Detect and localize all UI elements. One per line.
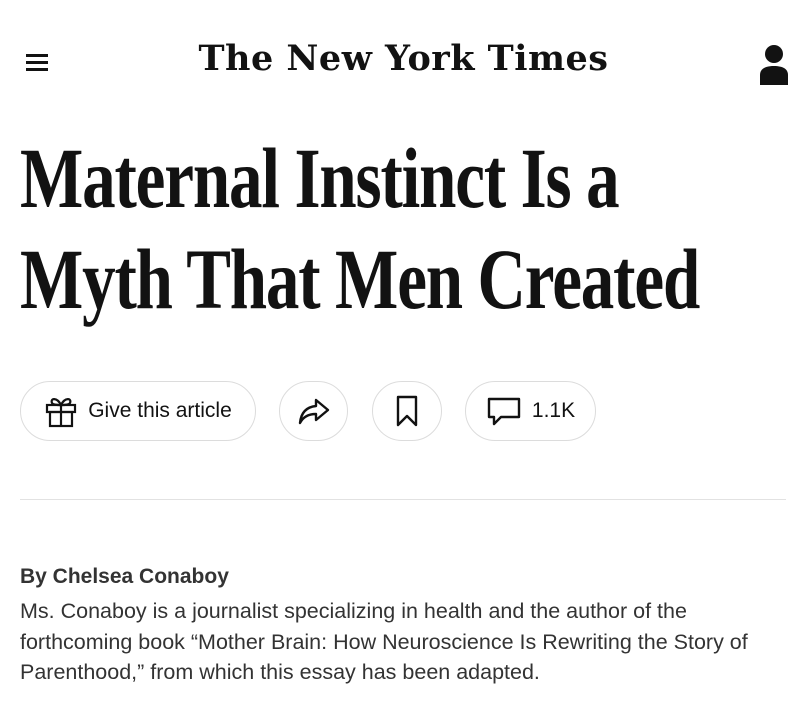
give-article-label: Give this article <box>88 399 232 422</box>
share-arrow-icon <box>297 396 331 426</box>
masthead-logo[interactable]: The New York Times <box>0 38 807 79</box>
save-bookmark-button[interactable] <box>372 381 442 441</box>
bookmark-icon <box>395 395 419 427</box>
comments-count: 1.1K <box>531 399 576 422</box>
section-divider <box>20 499 786 500</box>
share-button[interactable] <box>279 381 348 441</box>
comments-button[interactable]: 1.1K <box>465 381 596 441</box>
article-headline: Maternal Instinct Is a Myth That Men Cre… <box>20 128 700 330</box>
headline-line-2: Myth That Men Created <box>20 231 700 327</box>
author-bio: Ms. Conaboy is a journalist specializing… <box>20 599 748 684</box>
headline-line-1: Maternal Instinct Is a <box>20 130 620 226</box>
gift-icon <box>44 394 78 428</box>
account-person-icon[interactable] <box>758 44 790 86</box>
give-article-button[interactable]: Give this article <box>20 381 256 441</box>
comment-bubble-icon <box>486 396 522 426</box>
site-header: The New York Times <box>0 0 807 110</box>
author-byline[interactable]: By Chelsea Conaboy <box>20 564 229 590</box>
